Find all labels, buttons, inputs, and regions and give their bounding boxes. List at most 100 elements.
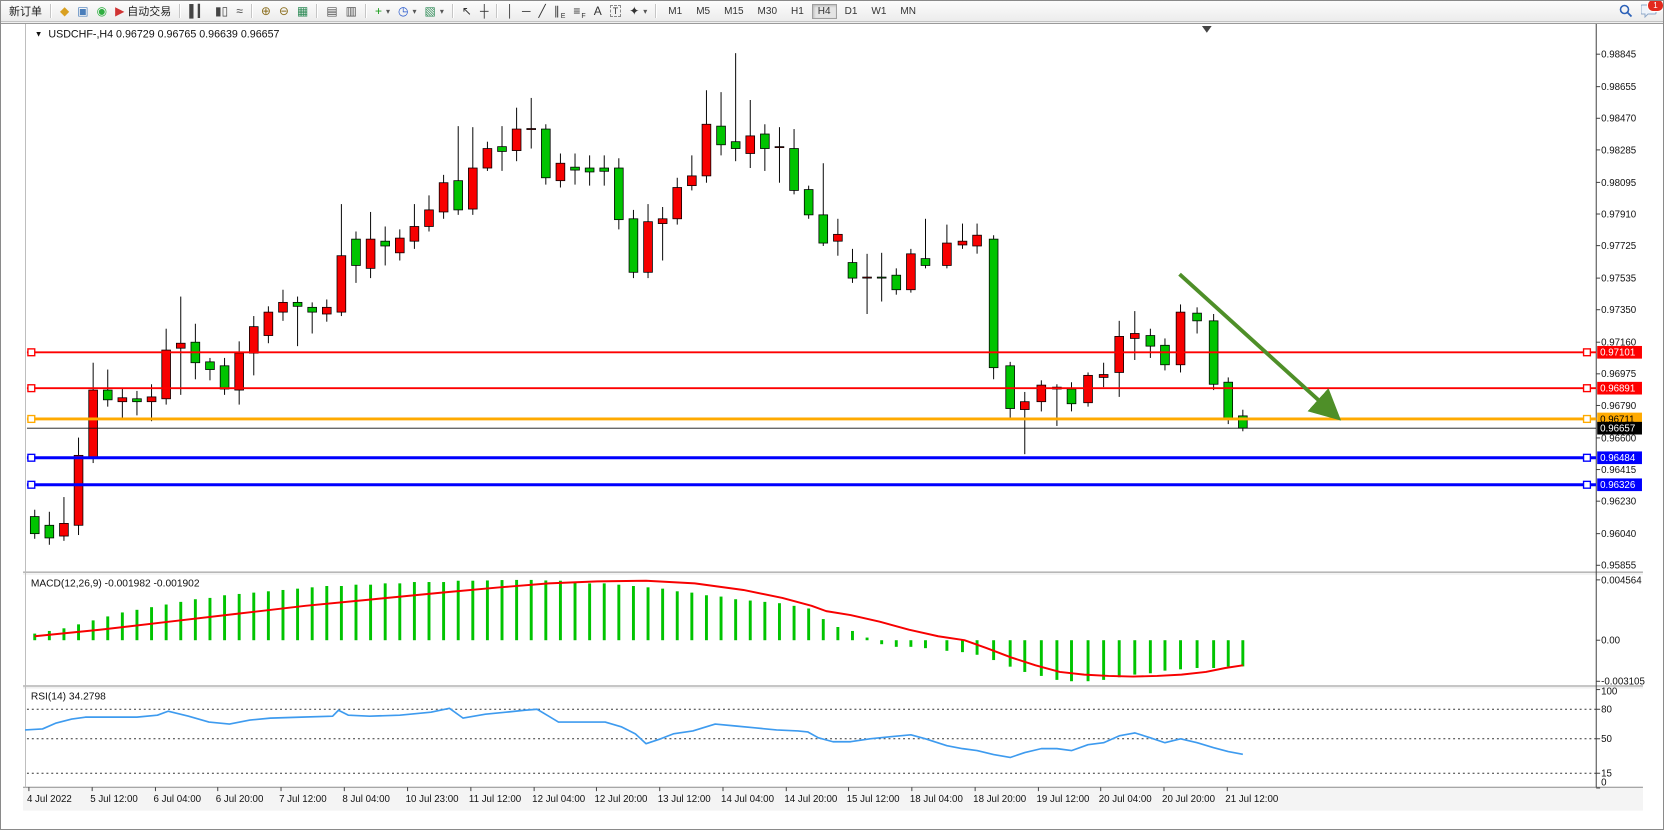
rsi-pane[interactable] [23, 688, 1643, 787]
candle-body [600, 168, 609, 171]
horizontal-line-icon[interactable]: ─ [518, 2, 535, 21]
candle-body [819, 215, 828, 243]
search-icon[interactable] [1619, 4, 1633, 18]
macd-histogram-bar [515, 580, 518, 640]
chat-button[interactable]: 1 [1641, 4, 1657, 18]
timeframe-mn[interactable]: MN [894, 4, 922, 19]
macd-histogram-bar [909, 640, 912, 647]
zoom-in-icon: ⊕ [261, 5, 271, 17]
macd-histogram-bar [734, 599, 737, 640]
mt4-terminal: 新订单 ◆ ▣ ◉ ▶自动交易 ▌▎ ▮▯≈ ⊕ ⊖▦ ▤ ▥ +▾◷▾▧▾ ↖┼ │ ─╱∥E≡FAT✦▾… [0, 0, 1664, 830]
price-axis-label: 0.96790 [1601, 401, 1637, 412]
zoom-in-icon[interactable]: ⊕ [257, 2, 275, 21]
timeframe-m30[interactable]: M30 [752, 4, 783, 19]
candle-body [366, 239, 375, 268]
bar-chart-icon[interactable]: ▌▎ [185, 2, 211, 21]
macd-pane[interactable] [23, 574, 1643, 686]
time-axis-label: 7 Jul 12:00 [279, 794, 327, 805]
new-order-button[interactable]: 新订单 [5, 2, 46, 21]
candle-body [877, 277, 886, 278]
level-endpoint-marker[interactable] [28, 349, 35, 356]
level-endpoint-marker[interactable] [28, 416, 35, 423]
timeframe-m5[interactable]: M5 [690, 4, 716, 19]
price-axis-label: 0.98655 [1601, 82, 1636, 93]
macd-histogram-bar [1241, 640, 1244, 666]
candle-body [790, 149, 799, 191]
signal-icon[interactable]: ◉ [93, 2, 111, 21]
zoom-out-icon[interactable]: ⊖ [275, 2, 293, 21]
signal-icon: ◉ [97, 5, 107, 17]
time-axis-label: 20 Jul 20:00 [1162, 794, 1216, 805]
candle-body [943, 243, 952, 265]
period-icon[interactable]: ◷▾ [394, 2, 421, 21]
trendline-icon[interactable]: ╱ [534, 2, 549, 21]
price-axis-label: 0.98285 [1601, 145, 1636, 156]
price-tag: 0.96484 [1597, 451, 1642, 464]
level-endpoint-marker[interactable] [1584, 416, 1591, 423]
horizontal-line-icon: ─ [522, 5, 531, 17]
text-icon[interactable]: A [590, 2, 606, 21]
candle-body [89, 390, 98, 457]
label-icon[interactable]: T [606, 2, 626, 21]
macd-histogram-bar [1133, 640, 1136, 674]
candle-body [206, 362, 215, 370]
level-endpoint-marker[interactable] [1584, 481, 1591, 488]
macd-histogram-bar [544, 580, 547, 640]
level-endpoint-marker[interactable] [28, 454, 35, 461]
candle-body [760, 134, 769, 149]
level-endpoint-marker[interactable] [1584, 385, 1591, 392]
fibonacci-icon[interactable]: ≡F [569, 2, 589, 21]
macd-histogram-bar [807, 608, 810, 640]
level-endpoint-marker[interactable] [1584, 454, 1591, 461]
timeframe-w1[interactable]: W1 [865, 4, 892, 19]
crosshair-icon[interactable]: ┼ [476, 2, 493, 21]
timeframe-m1[interactable]: M1 [662, 4, 688, 19]
macd-histogram-bar [1118, 640, 1121, 677]
market-watch-icon[interactable]: ▣ [73, 2, 92, 21]
svg-text:0.96657: 0.96657 [1600, 424, 1635, 435]
tile-windows-icon[interactable]: ▦ [293, 2, 312, 21]
candle-body [147, 397, 156, 402]
macd-histogram-bar [822, 619, 825, 640]
timeframe-h4[interactable]: H4 [812, 4, 837, 19]
candlestick-chart-icon[interactable]: ▮▯ [211, 2, 232, 21]
level-endpoint-marker[interactable] [28, 481, 35, 488]
time-axis-label: 13 Jul 12:00 [658, 794, 712, 805]
level-endpoint-marker[interactable] [28, 385, 35, 392]
timeframe-h1[interactable]: H1 [785, 4, 810, 19]
timeframe-m15[interactable]: M15 [718, 4, 749, 19]
channel-icon[interactable]: ∥E [550, 2, 570, 21]
add-indicator-icon: + [375, 5, 382, 17]
macd-histogram-bar [384, 583, 387, 640]
vertical-line-icon[interactable]: │ [502, 2, 518, 21]
macd-axis-label: 0.00 [1601, 636, 1621, 647]
candle-body [1099, 375, 1108, 378]
candle-body [133, 399, 142, 402]
time-axis-label: 14 Jul 04:00 [721, 794, 775, 805]
arrange-windows-icon[interactable]: ▥ [342, 2, 361, 21]
notification-badge: 1 [1647, 0, 1664, 12]
candle-body [571, 167, 580, 170]
line-chart-icon[interactable]: ≈ [232, 2, 247, 21]
bar-chart-icon: ▌▎ [189, 5, 207, 17]
autotrading-button[interactable]: ▶自动交易 [111, 2, 175, 21]
template-icon[interactable]: ▧▾ [421, 2, 448, 21]
auto-arrange-icon: ▤ [326, 5, 337, 17]
candle-body [1020, 402, 1029, 410]
chart-canvas[interactable]: 0.988450.986550.984700.982850.980950.979… [1, 24, 1664, 830]
rsi-axis-label: 50 [1601, 734, 1612, 745]
macd-histogram-bar [647, 587, 650, 640]
main-pane[interactable] [23, 24, 1643, 572]
charts-icon[interactable]: ◆ [56, 2, 73, 21]
auto-arrange-icon[interactable]: ▤ [322, 2, 341, 21]
shapes-icon[interactable]: ✦▾ [625, 2, 651, 21]
time-axis-label: 20 Jul 04:00 [1099, 794, 1153, 805]
charts-icon: ◆ [60, 5, 69, 17]
timeframe-d1[interactable]: D1 [839, 4, 864, 19]
symbol-dropdown-icon[interactable]: ▼ [35, 30, 43, 39]
level-endpoint-marker[interactable] [1584, 349, 1591, 356]
candle-body [483, 149, 492, 168]
cursor-icon[interactable]: ↖ [458, 2, 476, 21]
new-order-button-label: 新订单 [9, 3, 42, 19]
add-indicator-icon[interactable]: +▾ [371, 2, 394, 21]
